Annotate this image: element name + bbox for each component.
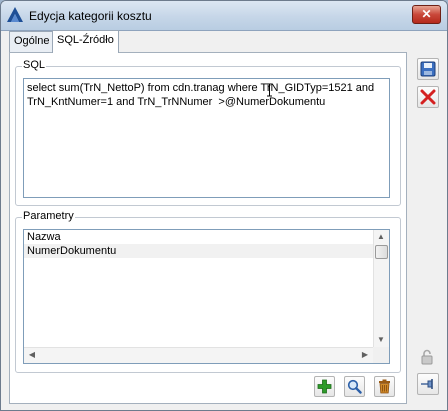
pin-button[interactable] — [417, 373, 439, 395]
add-button[interactable] — [314, 376, 335, 397]
save-button[interactable] — [417, 58, 439, 80]
cancel-button[interactable] — [417, 86, 439, 108]
params-list[interactable]: Nazwa NumerDokumentu ▲ ▼ ◀ ▶ — [23, 229, 390, 364]
params-list-row[interactable]: NumerDokumentu — [24, 244, 375, 258]
pin-icon — [421, 379, 433, 389]
add-icon — [317, 379, 332, 394]
tab-ogolne[interactable]: Ogólne — [9, 31, 55, 52]
scroll-left-icon[interactable]: ◀ — [25, 348, 39, 362]
params-group-label: Parametry — [22, 210, 75, 222]
params-group: Parametry Nazwa NumerDokumentu ▲ ▼ ◀ ▶ — [15, 210, 401, 373]
cancel-icon — [420, 89, 436, 105]
tab-sql-zrodlo[interactable]: SQL-Źródło — [52, 30, 119, 53]
params-vertical-scrollbar[interactable]: ▲ ▼ — [373, 230, 389, 347]
tab-panel-sql-zrodlo: SQL select sum(TrN_NettoP) from cdn.tran… — [9, 52, 407, 404]
sql-group: SQL select sum(TrN_NettoP) from cdn.tran… — [15, 59, 401, 206]
scroll-thumb[interactable] — [375, 245, 388, 259]
scroll-corner — [373, 347, 389, 363]
close-button[interactable]: ✕ — [412, 5, 441, 24]
app-logo-icon — [6, 6, 24, 24]
save-icon — [420, 61, 436, 77]
dialog-body: Ogólne SQL-Źródło SQL select sum(TrN_Net… — [7, 30, 441, 404]
lock-button[interactable] — [417, 347, 439, 369]
params-column-header[interactable]: Nazwa — [24, 230, 375, 244]
scroll-right-icon[interactable]: ▶ — [358, 348, 372, 362]
window-title: Edycja kategorii kosztu — [29, 9, 152, 23]
dialog-window: Edycja kategorii kosztu ✕ Ogólne SQL-Źró… — [0, 0, 448, 411]
text-cursor-icon — [267, 83, 272, 97]
lock-icon — [421, 349, 433, 365]
search-icon — [347, 379, 362, 394]
delete-button[interactable] — [374, 376, 395, 397]
search-button[interactable] — [344, 376, 365, 397]
title-bar[interactable]: Edycja kategorii kosztu ✕ — [1, 1, 447, 31]
sql-query-editor[interactable]: select sum(TrN_NettoP) from cdn.tranag w… — [23, 78, 390, 198]
trash-icon — [379, 379, 390, 394]
scroll-down-icon[interactable]: ▼ — [374, 333, 388, 347]
scroll-up-icon[interactable]: ▲ — [374, 230, 388, 244]
params-horizontal-scrollbar[interactable]: ◀ ▶ — [24, 347, 389, 363]
sql-group-label: SQL — [22, 59, 47, 71]
